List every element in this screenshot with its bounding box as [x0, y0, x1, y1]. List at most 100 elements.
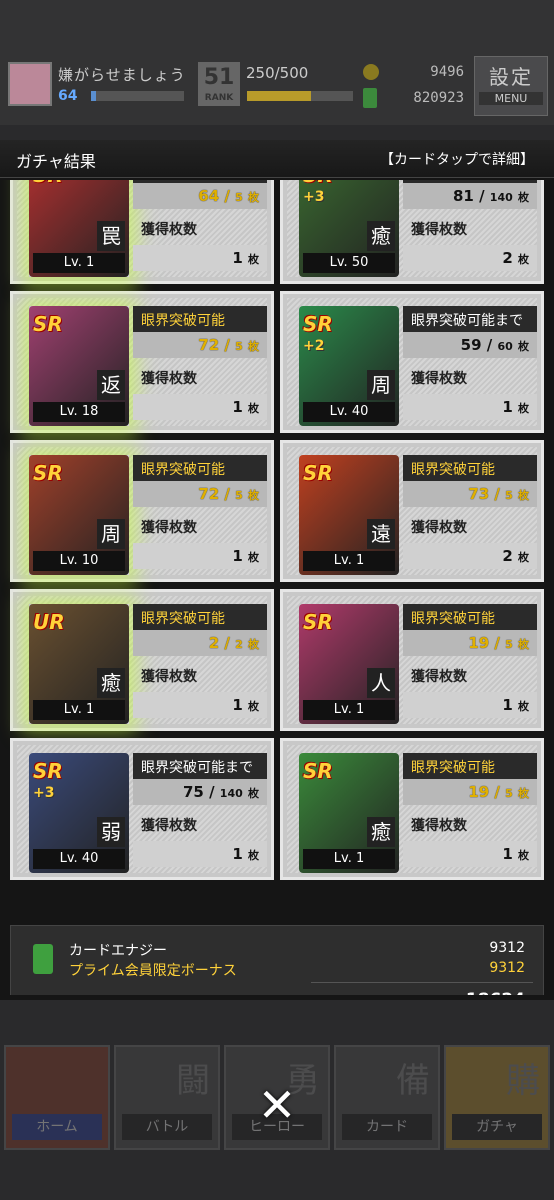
player-level: 64 — [58, 88, 78, 104]
rarity-badge: SR — [303, 461, 333, 485]
acquired-label: 獲得枚数 — [411, 371, 467, 387]
result-card[interactable]: SR 返 Lv. 18 眼界突破可能 72 / 5 枚獲得枚数 1 枚 — [10, 291, 274, 433]
nav-kanji: 闘 — [176, 1061, 210, 1101]
acquired-count: 2 枚 — [403, 543, 537, 569]
type-badge: 遠 — [367, 519, 395, 549]
type-badge: 罠 — [97, 221, 125, 251]
exp-bar — [90, 90, 185, 102]
plus-badge: +2 — [303, 338, 325, 354]
nav-gacha[interactable]: 購ガチャ — [444, 1045, 550, 1150]
acquired-label: 獲得枚数 — [411, 669, 467, 685]
type-badge: 返 — [97, 370, 125, 400]
acquired-label: 獲得枚数 — [141, 222, 197, 238]
card-art: SR 人 Lv. 1 — [299, 604, 399, 724]
result-card[interactable]: SR +3 弱 Lv. 40 眼界突破可能まで 75 / 140 枚獲得枚数 1 枚 — [10, 738, 274, 880]
stamina-bar — [246, 90, 354, 102]
type-badge: 癒 — [367, 221, 395, 251]
acquired-label: 獲得枚数 — [411, 818, 467, 834]
nav-label: カード — [342, 1114, 432, 1140]
rarity-badge: SR — [33, 461, 63, 485]
limit-progress: 64 / 5 枚 — [133, 183, 267, 209]
acquired-label: 獲得枚数 — [141, 371, 197, 387]
stamina-value: 250/500 — [246, 64, 309, 82]
rarity-badge: SR — [33, 759, 63, 783]
rarity-badge: SR — [303, 180, 333, 187]
card-art: SR 周 Lv. 10 — [29, 455, 129, 575]
nav-kanji: 購 — [506, 1061, 540, 1101]
rarity-badge: SR — [303, 610, 333, 634]
acquired-count: 1 枚 — [133, 841, 267, 867]
limit-progress: 72 / 5 枚 — [133, 332, 267, 358]
card-level: Lv. 1 — [303, 700, 395, 720]
card-art: SR 遠 Lv. 1 — [299, 455, 399, 575]
limit-status: 眼界突破可能まで — [133, 753, 267, 779]
limit-progress: 19 / 5 枚 — [403, 779, 537, 805]
nav-home[interactable]: ホーム — [4, 1045, 110, 1150]
nav-label: ホーム — [12, 1114, 102, 1140]
type-badge: 周 — [367, 370, 395, 400]
acquired-label: 獲得枚数 — [411, 222, 467, 238]
acquired-label: 獲得枚数 — [141, 669, 197, 685]
limit-status: 眼界突破可能 — [133, 455, 267, 481]
plus-badge: +3 — [33, 785, 55, 801]
limit-status: 眼界突破可能 — [133, 604, 267, 630]
plus-badge: +3 — [303, 189, 325, 205]
limit-status: 眼界突破可能 — [403, 753, 537, 779]
limit-progress: 59 / 60 枚 — [403, 332, 537, 358]
bonus-label: プライム会員限定ボーナス — [69, 963, 237, 979]
result-card[interactable]: SR 周 Lv. 10 眼界突破可能 72 / 5 枚獲得枚数 1 枚 — [10, 440, 274, 582]
acquired-count: 1 枚 — [403, 394, 537, 420]
status-bar: 嫌がらせましょう 64 51 RANK 250/500 9496 820923 設… — [0, 52, 554, 122]
limit-status: 眼界突破可能まで — [403, 306, 537, 332]
rarity-badge: SR — [303, 759, 333, 783]
card-art: SR +2 周 Lv. 40 — [299, 306, 399, 426]
energy-total: 18624 — [466, 990, 525, 995]
card-art: UR 癒 Lv. 1 — [29, 604, 129, 724]
result-card[interactable]: SR+3癒Lv. 50眼界突破可能まで81 / 140 枚獲得枚数2 枚 — [280, 180, 544, 284]
card-level: Lv. 1 — [303, 551, 395, 571]
dialog-title: ガチャ結果 — [16, 152, 96, 171]
type-badge: 癒 — [367, 817, 395, 847]
result-card[interactable]: SR 人 Lv. 1 眼界突破可能 19 / 5 枚獲得枚数 1 枚 — [280, 589, 544, 731]
acquired-label: 獲得枚数 — [141, 818, 197, 834]
type-badge: 人 — [367, 668, 395, 698]
rarity-badge: SR — [33, 180, 63, 187]
result-card[interactable]: SR 遠 Lv. 1 眼界突破可能 73 / 5 枚獲得枚数 2 枚 — [280, 440, 544, 582]
bonus-value: 9312 — [489, 960, 525, 976]
dialog-hint: 【カードタップで詳細】 — [380, 152, 534, 168]
card-art: SR +3 癒Lv. 50 — [299, 180, 399, 277]
result-card[interactable]: UR 癒 Lv. 1 眼界突破可能 2 / 2 枚獲得枚数 1 枚 — [10, 589, 274, 731]
menu-button[interactable]: 設定 MENU — [474, 56, 548, 116]
card-art: SR 癒 Lv. 1 — [299, 753, 399, 873]
acquired-count: 1 枚 — [133, 543, 267, 569]
energy-icon — [363, 88, 377, 108]
avatar[interactable] — [8, 62, 52, 106]
rank-badge: 51 RANK — [198, 62, 240, 106]
nav-card[interactable]: 備カード — [334, 1045, 440, 1150]
result-card[interactable]: SR罠Lv. 1眼界突破可能64 / 5 枚獲得枚数1 枚 — [10, 180, 274, 284]
card-level: Lv. 1 — [33, 253, 125, 273]
nav-battle[interactable]: 闘バトル — [114, 1045, 220, 1150]
acquired-count: 1 枚 — [133, 692, 267, 718]
close-button[interactable]: ✕ — [254, 1082, 300, 1128]
type-badge: 弱 — [97, 817, 125, 847]
acquired-count: 2 枚 — [403, 245, 537, 271]
result-card[interactable]: SR 癒 Lv. 1 眼界突破可能 19 / 5 枚獲得枚数 1 枚 — [280, 738, 544, 880]
card-list[interactable]: SR罠Lv. 1眼界突破可能64 / 5 枚獲得枚数1 枚SR+3癒Lv. 50… — [0, 180, 554, 995]
limit-status: 眼界突破可能 — [133, 306, 267, 332]
dialog-header: ガチャ結果 【カードタップで詳細】 — [0, 140, 554, 178]
energy-icon — [33, 944, 53, 974]
nav-kanji: 備 — [396, 1061, 430, 1101]
coin-count: 9496 — [430, 64, 464, 80]
acquired-count: 1 枚 — [403, 841, 537, 867]
result-card[interactable]: SR +2 周 Lv. 40 眼界突破可能まで 59 / 60 枚獲得枚数 1 枚 — [280, 291, 544, 433]
card-level: Lv. 18 — [33, 402, 125, 422]
energy-summary: カードエナジー プライム会員限定ボーナス 9312 9312 18624 — [10, 925, 544, 995]
card-art: SR +3 弱 Lv. 40 — [29, 753, 129, 873]
card-level: Lv. 1 — [303, 849, 395, 869]
limit-status: 眼界突破可能 — [403, 455, 537, 481]
divider — [311, 982, 533, 983]
gacha-result-dialog: ガチャ結果 【カードタップで詳細】 SR罠Lv. 1眼界突破可能64 / 5 枚… — [0, 140, 554, 1000]
acquired-count: 1 枚 — [133, 245, 267, 271]
card-level: Lv. 1 — [33, 700, 125, 720]
